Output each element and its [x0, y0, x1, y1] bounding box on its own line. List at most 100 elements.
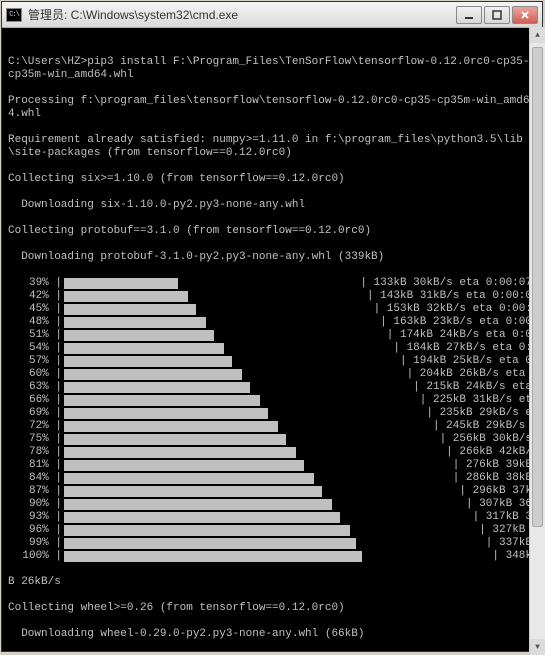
progress-row: 57% || 194kB 25kB/s eta 0	[8, 355, 536, 368]
progress-bar	[64, 447, 296, 458]
progress-stats: | 348k	[362, 550, 536, 563]
scrollbar-thumb[interactable]	[532, 47, 543, 527]
titlebar[interactable]: C:\ 管理员: C:\Windows\system32\cmd.exe	[2, 2, 542, 28]
progress-percent: 78% |	[8, 446, 64, 459]
progress-percent: 45% |	[8, 303, 64, 316]
window-controls	[456, 6, 538, 24]
progress-stats: | 174kB 24kB/s eta 0:0	[214, 329, 536, 342]
progress-bar	[64, 369, 242, 380]
progress-stats: | 184kB 27kB/s eta 0:	[224, 342, 536, 355]
output-line: Collecting protobuf==3.1.0 (from tensorf…	[8, 225, 536, 238]
progress-row: 75% | | 256kB 30kB/s	[8, 433, 536, 446]
progress-row: 48% | | 163kB 23kB/s eta 0:00	[8, 316, 536, 329]
progress-stats: | 235kB 29kB/s e	[268, 407, 536, 420]
scroll-down-button[interactable]: ▼	[530, 639, 545, 655]
progress-stats: | 307kB 36	[332, 498, 536, 511]
maximize-icon	[492, 10, 502, 20]
progress-bar	[64, 486, 322, 497]
progress-stats: | 225kB 31kB/s et	[260, 394, 536, 407]
progress-row: 63% | | 215kB 24kB/s eta	[8, 381, 536, 394]
output-line: Collecting six>=1.10.0 (from tensorflow=…	[8, 173, 536, 186]
progress-row: 45% | | 153kB 32kB/s eta 0:00:	[8, 303, 536, 316]
progress-percent: 39% |	[8, 277, 64, 290]
progress-bar	[64, 434, 286, 445]
progress-bar	[64, 460, 304, 471]
progress-row: 72% | | 245kB 29kB/s	[8, 420, 536, 433]
minimize-icon	[464, 10, 474, 20]
progress-bar	[64, 538, 356, 549]
progress-bar	[64, 512, 340, 523]
progress-percent: 54% |	[8, 342, 64, 355]
progress-stats: | 163kB 23kB/s eta 0:00	[206, 316, 536, 329]
progress-row: 51% | | 174kB 24kB/s eta 0:0	[8, 329, 536, 342]
close-icon	[520, 10, 530, 20]
progress-bar	[64, 421, 278, 432]
progress-stats: | 286kB 38kB	[314, 472, 536, 485]
progress-row: 87% | | 296kB 37k	[8, 485, 536, 498]
progress-bar	[64, 499, 332, 510]
progress-bar	[64, 343, 224, 354]
progress-stats: | 215kB 24kB/s eta	[250, 381, 536, 394]
progress-bar	[64, 291, 188, 302]
progress-row: 42% | | 143kB 31kB/s eta 0:00:0	[8, 290, 536, 303]
output-line: Downloading protobuf-3.1.0-py2.py3-none-…	[8, 251, 536, 264]
progress-stats: | 143kB 31kB/s eta 0:00:0	[188, 290, 536, 303]
window-title: 管理员: C:\Windows\system32\cmd.exe	[28, 6, 456, 23]
progress-percent: 42% |	[8, 290, 64, 303]
close-button[interactable]	[512, 6, 538, 24]
progress-percent: 63% |	[8, 381, 64, 394]
maximize-button[interactable]	[484, 6, 510, 24]
progress-percent: 96% |	[8, 524, 64, 537]
progress-percent: 72% |	[8, 420, 64, 433]
progress-stats: | 276kB 39kB	[304, 459, 536, 472]
progress-stats: | 266kB 42kB/	[296, 446, 536, 459]
progress-bar	[64, 395, 260, 406]
vertical-scrollbar[interactable]: ▲ ▼	[529, 27, 545, 655]
progress-percent: 93% |	[8, 511, 64, 524]
progress-row: 93% || 317kB 3	[8, 511, 536, 524]
progress-row: 90% | | 307kB 36	[8, 498, 536, 511]
progress-stats: | 153kB 32kB/s eta 0:00:	[196, 303, 536, 316]
progress-stats: | 133kB 30kB/s eta 0:00:07	[178, 277, 536, 290]
progress-percent: 84% |	[8, 472, 64, 485]
progress-percent: 100% |	[8, 550, 64, 563]
progress-bar	[64, 304, 196, 315]
progress-row: 100% | | 348k	[8, 550, 536, 563]
progress-percent: 48% |	[8, 316, 64, 329]
progress-percent: 75% |	[8, 433, 64, 446]
output-line: B 26kB/s	[8, 576, 536, 589]
progress-stats: | 245kB 29kB/s	[278, 420, 536, 433]
progress-stats: | 204kB 26kB/s eta	[242, 368, 536, 381]
progress-percent: 87% |	[8, 485, 64, 498]
output-line: Downloading wheel-0.29.0-py2.py3-none-an…	[8, 628, 536, 641]
output-line: Downloading six-1.10.0-py2.py3-none-any.…	[8, 199, 536, 212]
progress-percent: 81% |	[8, 459, 64, 472]
progress-bar	[64, 382, 250, 393]
progress-row: 96% | | 327kB	[8, 524, 536, 537]
progress-row: 54% | | 184kB 27kB/s eta 0:	[8, 342, 536, 355]
progress-bar	[64, 551, 362, 562]
output-line: Collecting wheel>=0.26 (from tensorflow=…	[8, 602, 536, 615]
progress-stats: | 327kB	[350, 524, 536, 537]
scroll-up-button[interactable]: ▲	[530, 27, 545, 43]
progress-bar	[64, 408, 268, 419]
cmd-window: C:\ 管理员: C:\Windows\system32\cmd.exe C:\…	[1, 1, 543, 652]
terminal-output[interactable]: C:\Users\HZ>pip3 install F:\Program_File…	[2, 28, 542, 651]
minimize-button[interactable]	[456, 6, 482, 24]
progress-percent: 51% |	[8, 329, 64, 342]
progress-stats: | 296kB 37k	[322, 485, 536, 498]
progress-percent: 66% |	[8, 394, 64, 407]
progress-percent: 99% |	[8, 537, 64, 550]
progress-percent: 60% |	[8, 368, 64, 381]
output-line: C:\Users\HZ>pip3 install F:\Program_File…	[8, 56, 536, 82]
progress-bar	[64, 525, 350, 536]
progress-percent: 90% |	[8, 498, 64, 511]
progress-row: 99% || 337kB	[8, 537, 536, 550]
progress-percent: 69% |	[8, 407, 64, 420]
progress-bar	[64, 330, 214, 341]
progress-stats: | 194kB 25kB/s eta 0	[232, 355, 536, 368]
progress-row: 78% | | 266kB 42kB/	[8, 446, 536, 459]
cmd-icon: C:\	[6, 8, 22, 22]
progress-stats: | 256kB 30kB/s	[286, 433, 536, 446]
output-line: Processing f:\program_files\tensorflow\t…	[8, 95, 536, 121]
